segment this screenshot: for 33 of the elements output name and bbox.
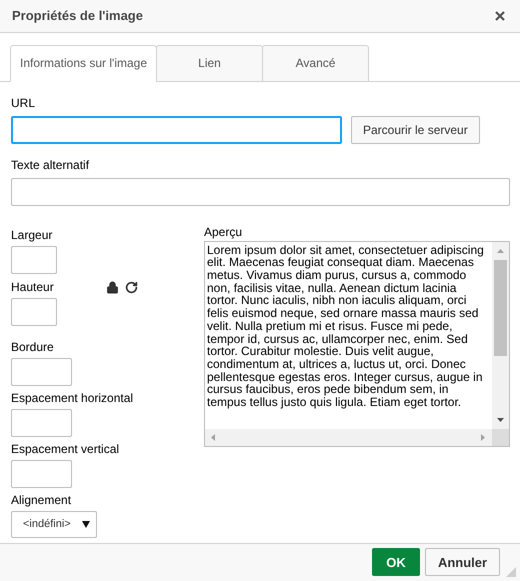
spacing-input-field[interactable] [11,408,72,437]
field-label: Texte alternatif [11,158,90,173]
field-label: URL [11,96,36,111]
field-label: Bordure [11,340,55,355]
tab[interactable]: Lien [156,44,264,82]
window-title: Propriétés de l'image [12,8,143,24]
spacing-input-field[interactable] [11,358,72,386]
horizontal-scrollbar[interactable] [205,428,492,446]
reset-icon[interactable] [125,280,138,294]
close-button[interactable] [494,10,506,22]
field-label: Espacement horizontal [11,390,134,406]
alt-text-input-field[interactable] [11,178,510,206]
field-label: Espacement vertical [11,442,120,457]
cancel-button[interactable]: Annuler [425,548,500,576]
tab[interactable]: Informations sur l'image [10,44,158,82]
scrollbar-corner [492,428,509,446]
dimension-input-field[interactable] [11,298,57,326]
resize-grip-icon[interactable] [506,567,516,577]
vertical-scrollbar[interactable] [492,242,509,429]
field-label: Largeur [11,228,54,243]
spacing-input-field[interactable] [11,460,72,488]
ok-button[interactable]: OK [372,548,420,576]
preview-text: Lorem ipsum dolor sit amet, consectetuer adipiscing elit. Maecenas feugiat consequat diam. Maecenas metus. Vivamus diam purus, cursus a, commodo non, facilisis vitae, nulla. Aenean dictum lacinia tortor. Nunc iaculis, nibh non iaculis aliquam, orci felis euismod neque, sed ornare massa mauris sed velit. Nulla pretium mi et risus. Fusce mi pede, tempor id, cursus ac, ullamcorper nec, enim. Sed tortor. Curabitur molestie. Duis velit augue, condimentum at, ultrices a, luctus ut, orci. Donec pellentesque egestas eros. Integer cursus, augue in cursus faucibus, eros pede bibendum sem, in tempus tellus justo quis ligula. Etiam eget tortor. [206,242,485,412]
field-label: Hauteur [11,280,55,295]
dimension-input-field[interactable] [11,246,57,274]
field-label: Alignement [11,492,72,508]
url-input-field[interactable] [11,116,342,144]
field-label: Aperçu [204,224,244,240]
browse-server-button[interactable]: Parcourir le serveur [351,116,480,144]
caret-icon [82,520,90,528]
tab[interactable]: Avancé [262,44,370,82]
alignment-select[interactable]: <indéfini> [11,510,97,538]
lock-icon[interactable] [106,280,119,294]
